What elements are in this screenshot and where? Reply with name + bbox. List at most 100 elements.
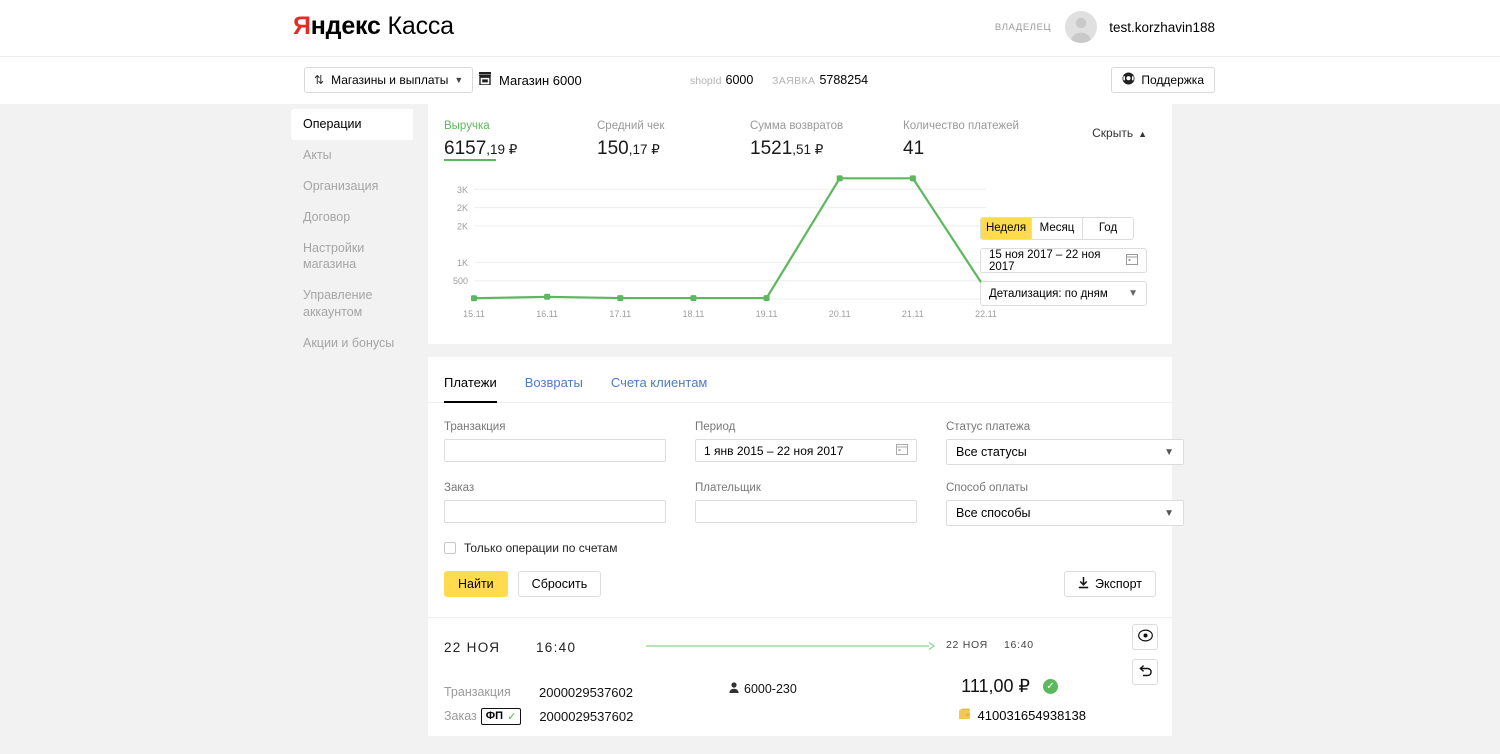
payment-status-value: Все статусы	[956, 445, 1027, 459]
tab-payments[interactable]: Платежи	[444, 375, 497, 403]
stat-value-dec: ,51 ₽	[792, 142, 824, 157]
download-icon	[1078, 576, 1089, 592]
shop-id-value: 6000	[725, 73, 754, 87]
transaction-amount: 111,00 ₽ ✓	[961, 676, 1058, 697]
sidebar-item-organization[interactable]: Организация	[291, 171, 413, 202]
payment-status-select[interactable]: Все статусы ▼	[946, 439, 1184, 465]
user-avatar-icon	[1070, 17, 1092, 43]
stat-refunds-sum[interactable]: Сумма возвратов 1521,51 ₽	[750, 120, 903, 159]
export-button[interactable]: Экспорт	[1064, 571, 1156, 597]
stat-value: 6157,19 ₽	[444, 138, 597, 160]
fiscal-receipt-badge-text: ФП	[485, 710, 504, 722]
undo-icon	[1138, 664, 1153, 680]
avatar[interactable]	[1065, 11, 1098, 43]
shop-id-key: shopId	[690, 75, 722, 87]
accounts-only-checkbox[interactable]	[444, 542, 456, 554]
stats-row: Выручка 6157,19 ₽ Средний чек 150,17 ₽ С…	[428, 104, 1172, 161]
sidebar-item-account-management[interactable]: Управление аккаунтом	[291, 280, 413, 328]
user-area: ВЛАДЕЛЕЦ test.korzhavin188	[995, 11, 1215, 43]
accounts-only-label: Только операции по счетам	[464, 541, 618, 555]
support-button[interactable]: Поддержка	[1111, 67, 1215, 93]
stat-value: 150,17 ₽	[597, 138, 750, 160]
sidebar-item-contract[interactable]: Договор	[291, 202, 413, 233]
period-month-button[interactable]: Месяц	[1032, 218, 1083, 239]
detail-level-select[interactable]: Детализация: по дням ▼	[980, 281, 1147, 306]
check-circle-icon: ✓	[1043, 679, 1058, 694]
hide-chart-label: Скрыть	[1092, 126, 1134, 140]
payer-input[interactable]	[695, 500, 917, 523]
detail-level-value: Детализация: по дням	[989, 287, 1108, 300]
stat-revenue[interactable]: Выручка 6157,19 ₽	[444, 120, 597, 159]
payment-method-select[interactable]: Все способы ▼	[946, 500, 1184, 526]
filter-status-label: Статус платежа	[946, 421, 1031, 433]
svg-text:21.11: 21.11	[902, 309, 924, 319]
person-icon	[729, 682, 739, 696]
filter-period: Период 1 янв 2015 – 22 ноя 2017	[695, 421, 917, 465]
transaction-end-time: 16:40	[1004, 639, 1034, 651]
tab-refunds[interactable]: Возвраты	[525, 375, 583, 402]
filter-payer: Плательщик	[695, 482, 917, 526]
payment-method-value: Все способы	[956, 506, 1031, 520]
period-week-button[interactable]: Неделя	[981, 218, 1032, 239]
stat-value-int: 150	[597, 138, 629, 159]
filters-row-2: Заказ Плательщик Способ оплаты Все спосо…	[444, 482, 1184, 526]
calendar-icon	[896, 443, 908, 458]
order-id-label: Заказ	[444, 709, 477, 723]
chart-data-points	[471, 175, 989, 302]
order-input[interactable]	[444, 500, 666, 523]
filters-row-1: Транзакция Период 1 янв 2015 – 22 ноя 20…	[444, 421, 1184, 465]
wallet-icon	[958, 708, 971, 723]
shop-id-info: shopId 6000	[690, 73, 753, 87]
find-button[interactable]: Найти	[444, 571, 508, 597]
table-row[interactable]: 22 НОЯ 16:40 22 НОЯ 16:40 Транзакция 200…	[428, 618, 1172, 736]
fiscal-receipt-badge[interactable]: ФП ✓	[480, 707, 522, 725]
page-body: Операции Акты Организация Договор Настро…	[0, 104, 1500, 754]
view-transaction-button[interactable]	[1132, 624, 1158, 650]
transaction-wallet-number: 410031654938138	[977, 708, 1086, 723]
chevron-down-icon: ▼	[454, 75, 464, 85]
period-year-button[interactable]: Год	[1083, 218, 1133, 239]
chevron-down-icon: ▼	[1164, 507, 1174, 519]
timeline-arrow-icon	[646, 640, 936, 654]
transaction-input[interactable]	[444, 439, 666, 462]
sidebar-item-promos-bonuses[interactable]: Акции и бонусы	[291, 328, 413, 359]
secondary-toolbar: ⇅ Магазины и выплаты ▼ Магазин 6000 shop…	[0, 56, 1500, 104]
filter-transaction-label: Транзакция	[444, 421, 506, 433]
export-button-label: Экспорт	[1095, 577, 1142, 591]
chart-gridlines	[474, 188, 986, 300]
chart-date-range-picker[interactable]: 15 ноя 2017 – 22 ноя 2017	[980, 248, 1147, 273]
username-label[interactable]: test.korzhavin188	[1109, 20, 1215, 35]
tab-customer-invoices[interactable]: Счета клиентам	[611, 375, 708, 402]
shop-name-label: Магазин 6000	[499, 72, 582, 88]
sort-arrows-icon: ⇅	[314, 73, 325, 87]
svg-text:15.11: 15.11	[463, 309, 485, 319]
sidebar-item-operations[interactable]: Операции	[291, 109, 413, 140]
filters-panel: Транзакция Период 1 янв 2015 – 22 ноя 20…	[428, 403, 1184, 617]
sidebar-item-shop-settings[interactable]: Настройки магазина	[291, 233, 413, 281]
shops-and-payouts-button[interactable]: ⇅ Магазины и выплаты ▼	[304, 67, 474, 93]
revenue-chart: 3K 2K 2K 1K 500 15.11 16.11 17.11 18.11 19.11 20.…	[428, 159, 1172, 344]
filter-order: Заказ	[444, 482, 666, 526]
svg-text:17.11: 17.11	[609, 309, 631, 319]
chart-x-tick-labels: 15.11 16.11 17.11 18.11 19.11 20.11 21.11 22.11	[463, 309, 997, 319]
stat-value-int: 1521	[750, 138, 793, 159]
stat-label: Сумма возвратов	[750, 120, 844, 132]
refund-transaction-button[interactable]	[1132, 659, 1158, 685]
stat-payments-count[interactable]: Количество платежей 41	[903, 120, 1056, 159]
operations-card: Платежи Возвраты Счета клиентам Транзакц…	[428, 357, 1184, 736]
transaction-end-date: 22 НОЯ	[946, 639, 988, 651]
period-date-picker[interactable]: 1 янв 2015 – 22 ноя 2017	[695, 439, 917, 462]
transaction-payer-value: 6000-230	[744, 682, 797, 696]
sidebar-item-label: Организация	[303, 178, 379, 193]
stat-average-check[interactable]: Средний чек 150,17 ₽	[597, 120, 750, 159]
app-logo[interactable]: Яндекс Касса	[293, 12, 454, 41]
svg-text:1K: 1K	[457, 258, 468, 268]
current-shop[interactable]: Магазин 6000	[478, 72, 582, 88]
stat-label: Выручка	[444, 120, 490, 132]
hide-chart-button[interactable]: Скрыть ▲	[1092, 126, 1147, 140]
headset-icon	[1122, 72, 1135, 88]
filter-method-label: Способ оплаты	[946, 482, 1028, 494]
reset-button[interactable]: Сбросить	[517, 571, 602, 597]
period-date-value: 1 янв 2015 – 22 ноя 2017	[704, 443, 844, 458]
sidebar-item-acts[interactable]: Акты	[291, 140, 413, 171]
